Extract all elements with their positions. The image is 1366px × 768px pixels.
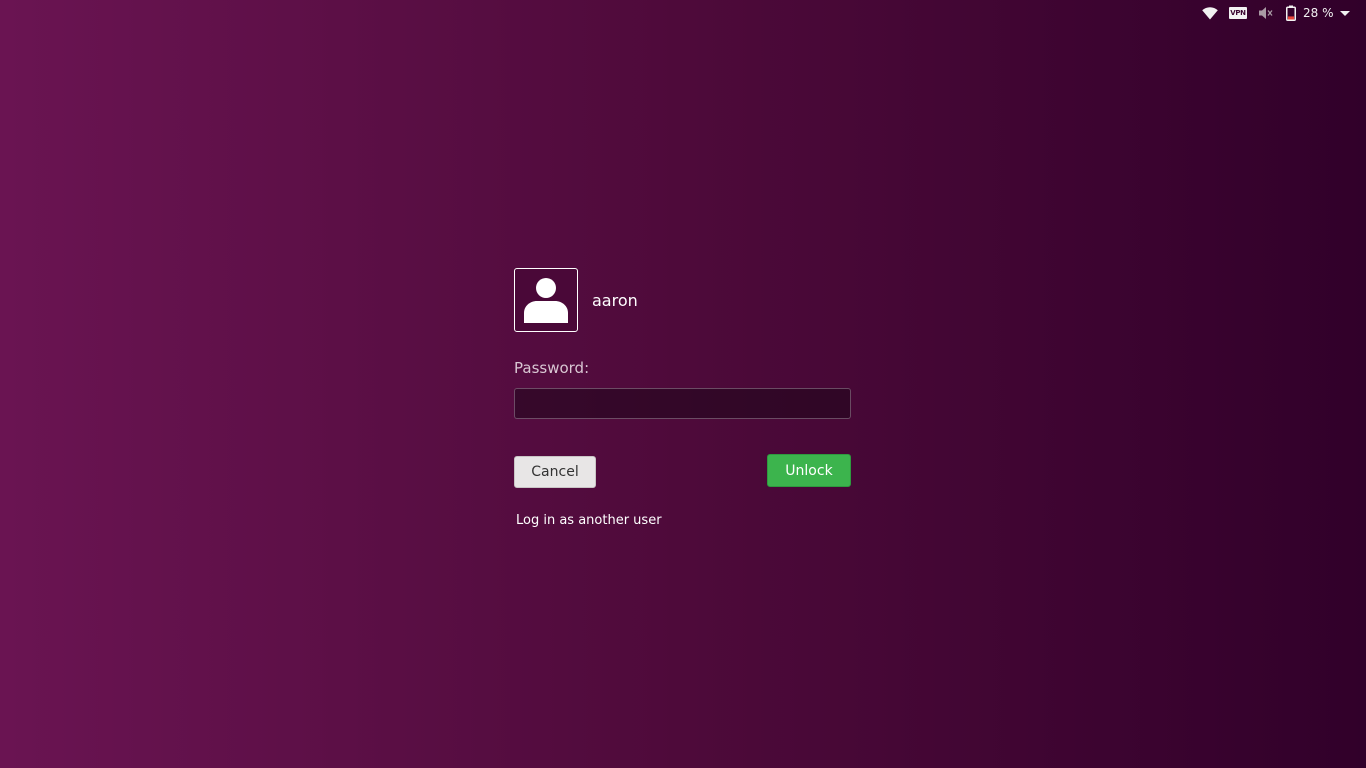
chevron-down-icon [1339, 10, 1350, 16]
vpn-icon: VPN [1229, 7, 1247, 19]
battery-icon [1286, 5, 1296, 21]
avatar [514, 268, 578, 332]
unlock-button[interactable]: Unlock [767, 454, 851, 487]
log-in-as-another-user-link[interactable]: Log in as another user [516, 513, 662, 528]
user-row: aaron [514, 268, 851, 332]
battery-indicator[interactable]: 28 % [1280, 0, 1352, 26]
unlock-dialog: aaron Password: Cancel Unlock Log in as … [514, 268, 851, 528]
sound-indicator[interactable] [1252, 0, 1280, 26]
password-input[interactable] [514, 388, 851, 419]
vpn-indicator[interactable]: VPN [1224, 0, 1252, 26]
username: aaron [592, 290, 638, 310]
cancel-button[interactable]: Cancel [514, 455, 596, 488]
password-label: Password: [514, 359, 590, 377]
user-icon [524, 278, 568, 323]
wifi-indicator[interactable] [1196, 0, 1224, 26]
button-row: Cancel Unlock [514, 454, 851, 488]
top-panel: VPN 28 % [1196, 0, 1366, 26]
sound-muted-icon [1259, 7, 1273, 19]
wifi-icon [1202, 6, 1218, 19]
battery-percent: 28 % [1303, 6, 1334, 20]
